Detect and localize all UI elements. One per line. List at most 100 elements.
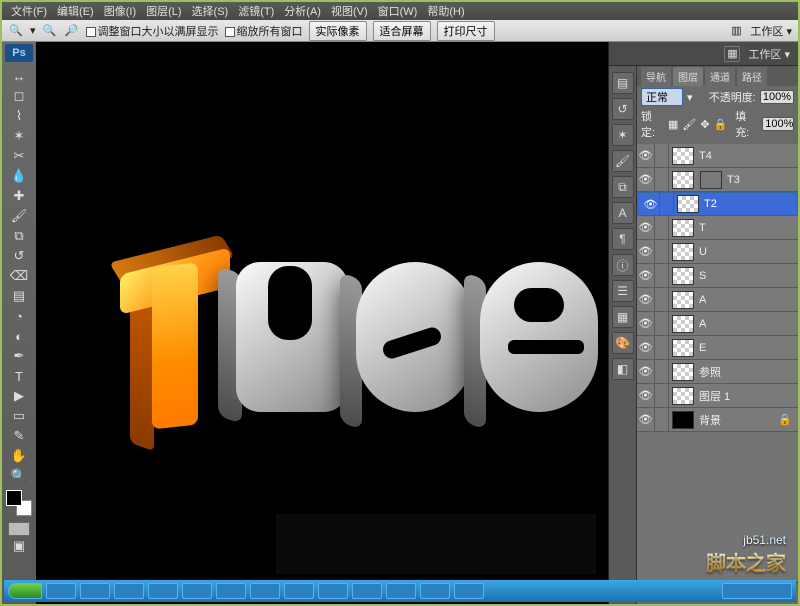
taskbar-item[interactable] (250, 583, 280, 599)
workspace-label[interactable]: 工作区 ▾ (748, 46, 790, 62)
tab-channels[interactable]: 通道 (705, 67, 735, 86)
color-swatch[interactable] (6, 490, 32, 516)
lock-paint-icon[interactable]: 🖌 (682, 118, 696, 131)
layer-row[interactable]: 👁T (637, 216, 798, 240)
layer-row[interactable]: 👁S (637, 264, 798, 288)
taskbar-item[interactable] (80, 583, 110, 599)
visibility-icon[interactable]: 👁 (637, 144, 655, 167)
visibility-icon[interactable]: 👁 (637, 288, 655, 311)
layer-name[interactable]: T2 (702, 198, 793, 210)
panel-icon-brush[interactable]: 🖌 (612, 150, 634, 172)
notes-tool[interactable]: ✎ (7, 426, 31, 446)
layer-name[interactable]: T3 (725, 174, 798, 186)
menu-image[interactable]: 图像(I) (99, 3, 141, 19)
hand-tool[interactable]: ✋ (7, 446, 31, 466)
layer-row[interactable]: 👁A (637, 312, 798, 336)
panel-icon-history[interactable]: ↺ (612, 98, 634, 120)
resize-window-checkbox[interactable]: 调整窗口大小以满屏显示 (86, 23, 219, 39)
taskbar-item[interactable] (284, 583, 314, 599)
menu-view[interactable]: 视图(V) (326, 3, 373, 19)
quickmask-toggle[interactable] (8, 522, 30, 536)
layer-row[interactable]: 👁T4 (637, 144, 798, 168)
tab-layers[interactable]: 图层 (673, 67, 703, 86)
tab-navigator[interactable]: 导航 (641, 67, 671, 86)
visibility-icon[interactable]: 👁 (637, 240, 655, 263)
gradient-tool[interactable]: ▤ (7, 286, 31, 306)
panel-icon-info[interactable]: ⓘ (612, 254, 634, 276)
lock-all-icon[interactable]: 🔒 (714, 118, 728, 131)
layer-row[interactable]: 👁E (637, 336, 798, 360)
actual-pixels-button[interactable]: 实际像素 (309, 21, 367, 41)
eraser-tool[interactable]: ⌫ (7, 266, 31, 286)
layer-row[interactable]: 👁背景🔒 (637, 408, 798, 432)
panel-icon-para[interactable]: ¶ (612, 228, 634, 250)
fill-value[interactable]: 100% (762, 117, 794, 131)
type-tool[interactable]: T (7, 366, 31, 386)
layer-name[interactable]: 图层 1 (697, 388, 798, 404)
menu-window[interactable]: 窗口(W) (373, 3, 423, 19)
visibility-icon[interactable]: 👁 (637, 264, 655, 287)
panel-icon-char[interactable]: A (612, 202, 634, 224)
taskbar-item[interactable] (386, 583, 416, 599)
layer-name[interactable]: S (697, 270, 798, 282)
zoom-all-checkbox[interactable]: 缩放所有窗口 (225, 23, 303, 39)
zoom-out-icon[interactable]: 🔎 (64, 23, 80, 39)
pen-tool[interactable]: ✒ (7, 346, 31, 366)
tab-paths[interactable]: 路径 (737, 67, 767, 86)
panel-icon-tools[interactable]: ✶ (612, 124, 634, 146)
workspace-dropdown[interactable]: 工作区 ▾ (750, 23, 792, 39)
path-select-tool[interactable]: ▶ (7, 386, 31, 406)
visibility-icon[interactable]: 👁 (637, 360, 655, 383)
layer-row[interactable]: 👁 参照 (637, 360, 798, 384)
layer-row[interactable]: 👁A (637, 288, 798, 312)
panel-icon-actions[interactable]: ▦ (612, 306, 634, 328)
systray[interactable] (722, 583, 792, 599)
visibility-icon[interactable]: 👁 (637, 216, 655, 239)
visibility-icon[interactable]: 👁 (637, 336, 655, 359)
blur-tool[interactable]: ◔ (7, 306, 31, 326)
visibility-icon[interactable]: 👁 (637, 408, 655, 431)
taskbar-item[interactable] (182, 583, 212, 599)
layer-row[interactable]: 👁T3 (637, 168, 798, 192)
document-canvas[interactable] (36, 42, 608, 604)
lock-transparency-icon[interactable]: ▦ (668, 118, 678, 131)
layer-name[interactable]: T (697, 222, 798, 234)
panel-icon-navigator[interactable]: ▤ (612, 72, 634, 94)
layer-name[interactable]: U (697, 246, 798, 258)
taskbar-item[interactable] (352, 583, 382, 599)
stamp-tool[interactable]: ⧉ (7, 226, 31, 246)
visibility-icon[interactable]: 👁 (637, 312, 655, 335)
zoom-in-icon[interactable]: 🔍 (42, 23, 58, 39)
marquee-tool[interactable]: ◻ (7, 86, 31, 106)
panel-icon-swatches[interactable]: 🎨 (612, 332, 634, 354)
start-button[interactable] (8, 583, 42, 599)
menu-help[interactable]: 帮助(H) (422, 3, 469, 19)
screen-mode[interactable]: ▣ (7, 536, 31, 556)
bridge-icon[interactable]: ▥ (728, 23, 744, 39)
layer-name[interactable]: E (697, 342, 798, 354)
layer-name[interactable]: 背景 (697, 412, 772, 428)
visibility-icon[interactable]: 👁 (642, 193, 660, 215)
panel-icon-styles[interactable]: ◧ (612, 358, 634, 380)
crop-tool[interactable]: ✂ (7, 146, 31, 166)
history-brush-tool[interactable]: ↺ (7, 246, 31, 266)
lock-position-icon[interactable]: ✥ (700, 118, 709, 131)
zoom-tool[interactable]: 🔍 (7, 466, 31, 486)
layer-name[interactable]: A (697, 318, 798, 330)
menu-layer[interactable]: 图层(L) (141, 3, 186, 19)
panel-icon-clone[interactable]: ⧉ (612, 176, 634, 198)
healing-tool[interactable]: ✚ (7, 186, 31, 206)
taskbar-item[interactable] (148, 583, 178, 599)
layer-name[interactable]: A (697, 294, 798, 306)
panel-icon-layercomp[interactable]: ☰ (612, 280, 634, 302)
wand-tool[interactable]: ✶ (7, 126, 31, 146)
menu-analysis[interactable]: 分析(A) (279, 3, 326, 19)
layer-name[interactable]: 参照 (697, 364, 798, 380)
blend-mode-select[interactable]: 正常 (641, 88, 683, 106)
eyedropper-tool[interactable]: 💧 (7, 166, 31, 186)
menu-file[interactable]: 文件(F) (6, 3, 52, 19)
visibility-icon[interactable]: 👁 (637, 384, 655, 407)
move-tool[interactable]: ↔ (7, 66, 31, 86)
taskbar-item[interactable] (318, 583, 348, 599)
opacity-value[interactable]: 100% (760, 90, 794, 104)
